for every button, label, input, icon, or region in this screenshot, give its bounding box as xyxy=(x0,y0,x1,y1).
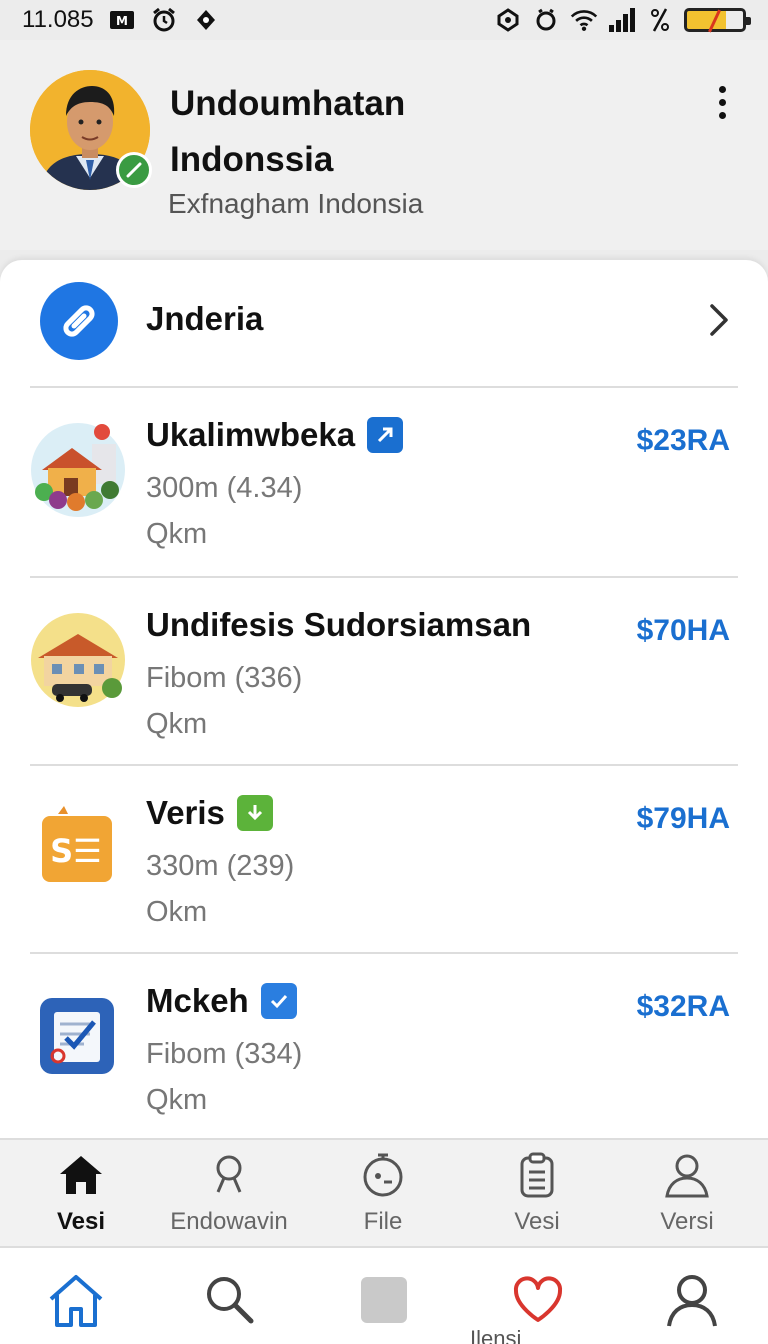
results-list: Jnderia Ukalimwbeka 300m (4.34) Qkm $23R… xyxy=(0,260,768,1138)
tab-home[interactable]: Vesi xyxy=(6,1150,156,1244)
tab-clipboard[interactable]: Vesi xyxy=(462,1150,612,1244)
location-icon xyxy=(192,6,220,34)
checklist-app-icon xyxy=(30,988,126,1084)
mi-icon: M xyxy=(108,6,136,34)
house-thumbnail xyxy=(30,612,126,708)
svg-text:S☰: S☰ xyxy=(50,832,102,870)
heart-icon xyxy=(513,1276,563,1322)
chevron-right-icon xyxy=(710,304,728,336)
tab-label: Vesi xyxy=(56,1208,106,1235)
category-row[interactable]: Jnderia xyxy=(0,260,768,386)
tab-bar: Vesi Endowavin File Vesi Versi xyxy=(0,1138,768,1248)
item-title-text: Undifesis Sudorsiamsan xyxy=(146,606,532,643)
more-dot xyxy=(718,85,726,93)
item-title: Undifesis Sudorsiamsan xyxy=(146,606,531,644)
profile-icon xyxy=(667,1275,717,1327)
home-icon xyxy=(60,1156,102,1194)
item-distance: Qkm xyxy=(146,518,208,550)
item-distance: Qkm xyxy=(146,1084,208,1116)
item-price: $79HA xyxy=(636,802,730,835)
search-icon xyxy=(207,1277,254,1324)
item-price: $23RA xyxy=(636,424,730,457)
category-label: Jnderia xyxy=(146,300,264,337)
nfc-icon xyxy=(494,6,522,34)
search-icon xyxy=(216,1155,242,1193)
item-meta: Fibom (334) xyxy=(146,1038,303,1070)
list-item[interactable]: Undifesis Sudorsiamsan Fibom (336) Qkm $… xyxy=(0,578,768,766)
tab-profile[interactable]: Versi xyxy=(612,1150,762,1244)
tab-label: Versi xyxy=(660,1208,714,1235)
item-meta: 300m (4.34) xyxy=(146,472,303,504)
list-item[interactable]: Ukalimwbeka 300m (4.34) Qkm $23RA xyxy=(0,388,768,576)
clock-icon xyxy=(532,6,560,34)
item-title-text: Ukalimwbeka xyxy=(146,416,356,453)
list-item[interactable]: Mckeh Fibom (334) Qkm $32RA xyxy=(0,954,768,1138)
square-icon xyxy=(361,1277,407,1323)
tab-label: Vesi xyxy=(514,1208,560,1235)
tab-label: File xyxy=(363,1208,403,1235)
verified-icon xyxy=(116,152,152,188)
item-price: $70HA xyxy=(636,614,730,647)
item-price: $32RA xyxy=(636,990,730,1023)
download-badge-icon xyxy=(236,795,273,831)
battery-icon xyxy=(684,8,751,33)
more-dot xyxy=(718,111,726,119)
nav-favorites-button[interactable] xyxy=(506,1268,570,1332)
nav-home-button[interactable] xyxy=(44,1268,108,1332)
wifi-icon xyxy=(570,6,598,34)
alarm-icon xyxy=(150,6,178,34)
svg-text:M: M xyxy=(116,14,128,28)
item-title: Mckeh xyxy=(146,982,297,1020)
check-badge-icon xyxy=(260,983,297,1019)
item-title-text: Mckeh xyxy=(146,982,249,1019)
tab-label: Endowavin xyxy=(170,1208,288,1235)
link-icon xyxy=(40,282,118,360)
nav-partial-label: Ilensi xyxy=(470,1326,522,1344)
document-app-icon: S☰ xyxy=(30,800,126,896)
clipboard-icon xyxy=(520,1152,554,1198)
item-title-text: Veris xyxy=(146,794,225,831)
nav-search-button[interactable] xyxy=(198,1268,262,1332)
profile-header: Undoumhatan Indonssia Exfnagham Indonsia xyxy=(0,40,768,289)
person-icon xyxy=(665,1154,709,1198)
more-options-button[interactable] xyxy=(700,80,744,124)
nav-profile-button[interactable] xyxy=(660,1268,724,1332)
link-badge-icon xyxy=(367,417,404,453)
item-distance: Qkm xyxy=(146,708,208,740)
bottom-nav xyxy=(0,1248,768,1344)
profile-subtitle: Exfnagham Indonsia xyxy=(168,188,424,219)
tab-search[interactable]: Endowavin xyxy=(154,1150,304,1244)
status-time: 11.085 xyxy=(22,6,94,33)
data-icon xyxy=(646,6,674,34)
market-thumbnail xyxy=(30,422,126,518)
tab-file[interactable]: File xyxy=(308,1150,458,1244)
item-meta: 330m (239) xyxy=(146,850,295,882)
item-meta: Fibom (336) xyxy=(146,662,303,694)
list-item[interactable]: S☰ Veris 330m (239) Okm $79HA xyxy=(0,766,768,954)
signal-icon xyxy=(608,6,636,34)
item-title: Ukalimwbeka xyxy=(146,416,404,454)
status-bar: 11.085 M xyxy=(0,0,768,40)
home-outline-icon xyxy=(49,1275,103,1327)
item-distance: Okm xyxy=(146,896,208,928)
more-dot xyxy=(718,98,726,106)
profile-name: Undoumhatan Indonssia xyxy=(170,84,406,179)
nav-square-button[interactable] xyxy=(352,1268,416,1332)
item-title: Veris xyxy=(146,794,273,832)
timer-icon xyxy=(363,1153,403,1197)
